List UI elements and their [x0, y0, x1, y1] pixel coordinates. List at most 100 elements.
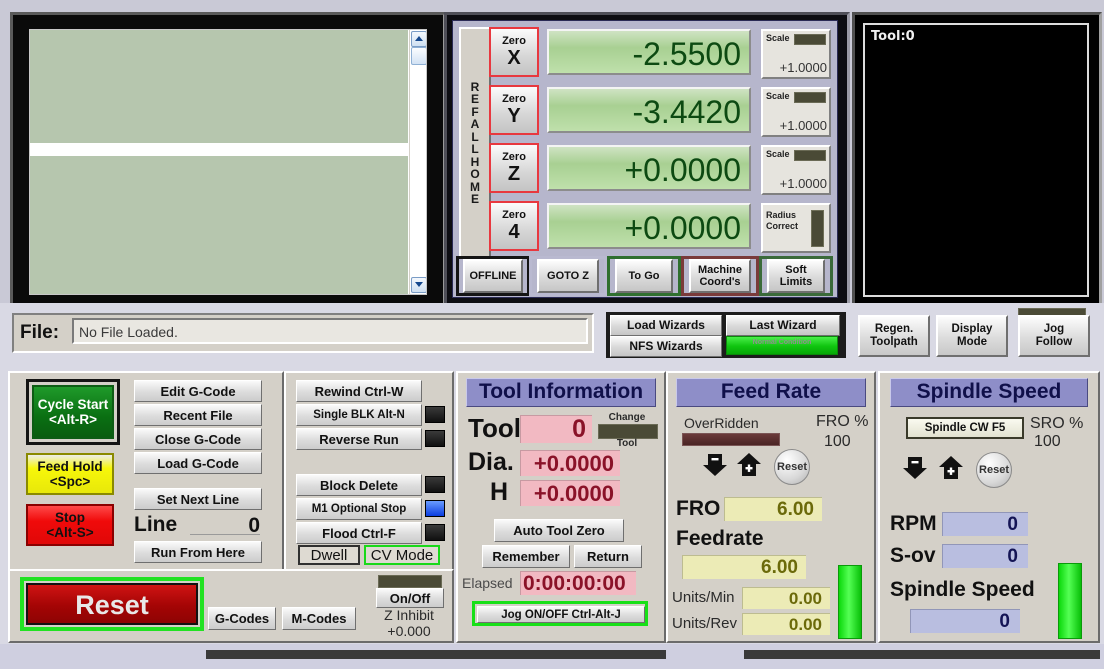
dia-field[interactable]: +0.0000 [520, 450, 620, 476]
feed-decrease-icon[interactable] [702, 452, 728, 478]
radius-correct-button[interactable]: Radius Correct [761, 203, 831, 253]
scroll-down-button[interactable] [411, 277, 426, 293]
zero-x-button[interactable]: Zero X [489, 27, 539, 77]
gcode-rows-above [30, 30, 408, 143]
last-wizard-button[interactable]: Last Wizard [726, 315, 840, 336]
m1-optional-stop-button[interactable]: M1 Optional Stop [296, 498, 422, 520]
scale-y-box[interactable]: Scale +1.0000 [761, 87, 831, 137]
regen-toolpath-button[interactable]: Regen. Toolpath [858, 315, 930, 357]
return-button[interactable]: Return [574, 545, 642, 568]
scale-z-box[interactable]: Scale +1.0000 [761, 145, 831, 195]
dro-x-value[interactable]: -2.5500 [547, 29, 751, 75]
feed-rate-title: Feed Rate [676, 378, 866, 407]
scroll-up-button[interactable] [411, 31, 426, 47]
scrollbar-thumb[interactable] [411, 47, 426, 65]
z-inhibit-value[interactable]: +0.000 [376, 623, 442, 639]
scale-x-value[interactable]: +1.0000 [780, 60, 827, 75]
spindle-reset-button[interactable]: Reset [976, 452, 1012, 488]
single-block-button[interactable]: Single BLK Alt-N [296, 404, 422, 426]
spindle-decrease-icon[interactable] [902, 455, 928, 481]
stop-label-1: Stop [55, 510, 85, 525]
run-from-here-button[interactable]: Run From Here [134, 541, 262, 563]
machine-coords-label-2[interactable]: Coord's [699, 276, 740, 288]
togo-button-label[interactable]: To Go [629, 270, 660, 282]
block-delete-button[interactable]: Block Delete [296, 474, 422, 496]
nfs-wizards-button[interactable]: NFS Wizards [610, 336, 722, 357]
gcode-selected-row[interactable] [30, 143, 408, 156]
rpm-field[interactable]: 0 [942, 512, 1028, 536]
scale-z-value[interactable]: +1.0000 [780, 176, 827, 191]
feed-increase-icon[interactable] [736, 452, 762, 478]
spindle-increase-icon[interactable] [938, 455, 964, 481]
toolpath-display[interactable]: Tool:0 [863, 23, 1089, 297]
sro-percent-value[interactable]: 100 [1034, 433, 1061, 451]
axis-letter: X [507, 47, 521, 69]
change-tool-label-1: Change [608, 412, 646, 423]
soft-limits-label-2[interactable]: Limits [780, 276, 812, 288]
zero-4-button[interactable]: Zero 4 [489, 201, 539, 251]
scale-y-value[interactable]: +1.0000 [780, 118, 827, 133]
load-gcode-button[interactable]: Load G-Code [134, 452, 262, 474]
mcodes-button[interactable]: M-Codes [282, 607, 356, 630]
gotoz-button-label[interactable]: GOTO Z [547, 270, 589, 282]
dro-4-value[interactable]: +0.0000 [547, 203, 751, 249]
stop-button[interactable]: Stop <Alt-S> [26, 504, 114, 546]
display-mode-label-2: Mode [956, 336, 988, 348]
file-name-field[interactable]: No File Loaded. [72, 318, 588, 344]
m1-optional-stop-led [425, 500, 445, 517]
gcode-rows-below [30, 156, 408, 294]
spindle-cw-button[interactable]: Spindle CW F5 [910, 421, 1020, 435]
units-min-field[interactable]: 0.00 [742, 587, 830, 609]
display-mode-button[interactable]: Display Mode [936, 315, 1008, 357]
reset-panel: Reset G-Codes M-Codes On/Off Z Inhibit +… [8, 569, 454, 643]
gcodes-button[interactable]: G-Codes [208, 607, 276, 630]
toolpath-window-frame: Tool:0 [852, 12, 1102, 310]
load-wizards-button[interactable]: Load Wizards [610, 315, 722, 336]
reset-button[interactable]: Reset [26, 583, 198, 625]
file-label: File: [20, 322, 60, 343]
dro-z-value[interactable]: +0.0000 [547, 145, 751, 191]
auto-tool-zero-button[interactable]: Auto Tool Zero [494, 519, 624, 542]
soft-limits-label-1[interactable]: Soft [785, 264, 806, 276]
rewind-button[interactable]: Rewind Ctrl-W [296, 380, 422, 402]
zero-y-button[interactable]: Zero Y [489, 85, 539, 135]
dro-mode-buttons: OFFLINE GOTO Z To Go Machine Coord's Sof… [456, 256, 833, 296]
spindle-speed-bargraph [1058, 563, 1082, 639]
fro-percent-value[interactable]: 100 [824, 433, 851, 451]
h-field[interactable]: +0.0000 [520, 480, 620, 506]
jog-follow-button[interactable]: Jog Follow [1018, 315, 1090, 357]
tool-information-panel: Tool Information Tool 0 Change Tool Dia.… [456, 371, 666, 643]
flood-button[interactable]: Flood Ctrl-F [296, 522, 422, 544]
jog-toggle-button[interactable]: Jog ON/OFF Ctrl-Alt-J [477, 606, 645, 623]
scale-x-box[interactable]: Scale +1.0000 [761, 29, 831, 79]
set-next-line-button[interactable]: Set Next Line [134, 488, 262, 510]
sov-field[interactable]: 0 [942, 544, 1028, 568]
remember-button[interactable]: Remember [482, 545, 570, 568]
edit-gcode-button[interactable]: Edit G-Code [134, 380, 262, 402]
feedrate-field[interactable]: 6.00 [682, 555, 806, 579]
recent-file-button[interactable]: Recent File [134, 404, 262, 426]
feed-hold-button[interactable]: Feed Hold <Spc> [26, 453, 114, 495]
dwell-button[interactable]: Dwell [298, 545, 360, 565]
spindle-speed-field[interactable]: 0 [910, 609, 1020, 633]
on-off-button[interactable]: On/Off [376, 588, 444, 608]
fro-field[interactable]: 6.00 [724, 497, 822, 521]
machine-coords-label-1[interactable]: Machine [698, 264, 742, 276]
reverse-run-button[interactable]: Reverse Run [296, 428, 422, 450]
feed-reset-button[interactable]: Reset [774, 449, 810, 485]
scale-label: Scale [766, 91, 790, 101]
cycle-start-button[interactable]: Cycle Start <Alt-R> [32, 385, 114, 439]
close-gcode-button[interactable]: Close G-Code [134, 428, 262, 450]
sro-percent-label: SRO % [1030, 415, 1084, 432]
tool-number-field[interactable]: 0 [520, 415, 592, 443]
offline-button-label[interactable]: OFFLINE [469, 270, 516, 282]
change-tool-led[interactable] [598, 424, 658, 439]
line-number-value[interactable]: 0 [190, 514, 260, 537]
gcode-scrollbar[interactable] [409, 30, 426, 294]
ref-all-home-button[interactable]: R E F A L L H O M E [459, 27, 491, 259]
units-rev-field[interactable]: 0.00 [742, 613, 830, 635]
dro-y-value[interactable]: -3.4420 [547, 87, 751, 133]
gcode-list[interactable] [29, 29, 427, 295]
cv-mode-button[interactable]: CV Mode [364, 545, 440, 565]
zero-z-button[interactable]: Zero Z [489, 143, 539, 193]
